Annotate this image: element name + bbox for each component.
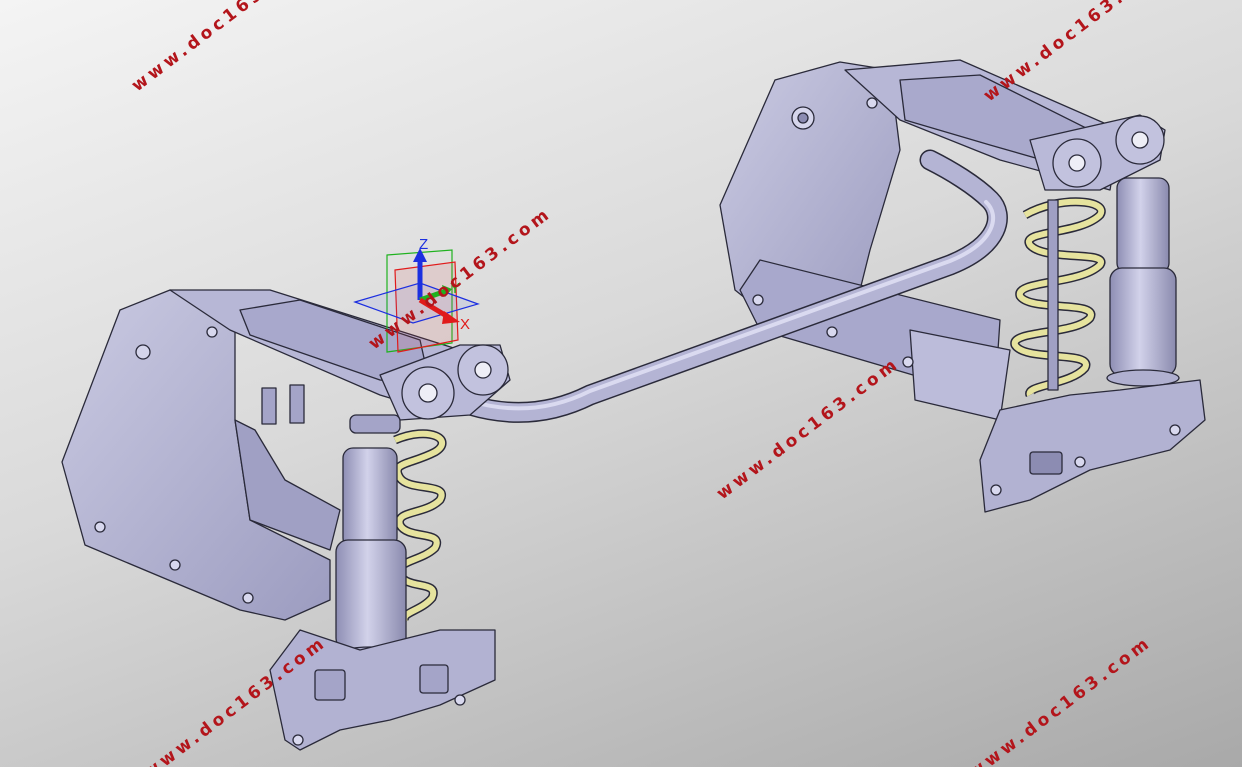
- suspension-assembly-model[interactable]: Z Y X: [0, 0, 1242, 767]
- cad-3d-viewport[interactable]: Z Y X www.doc163.com www.doc163.com www.…: [0, 0, 1242, 767]
- right-lower-mount: [979, 379, 1206, 513]
- right-mount-bracket: [719, 59, 1121, 421]
- left-shock-absorber: [334, 447, 408, 664]
- right-shock-absorber: [1106, 177, 1180, 387]
- right-coil-spring: [1010, 197, 1106, 397]
- x-axis-label: X: [460, 316, 470, 333]
- z-axis-label: Z: [419, 236, 428, 253]
